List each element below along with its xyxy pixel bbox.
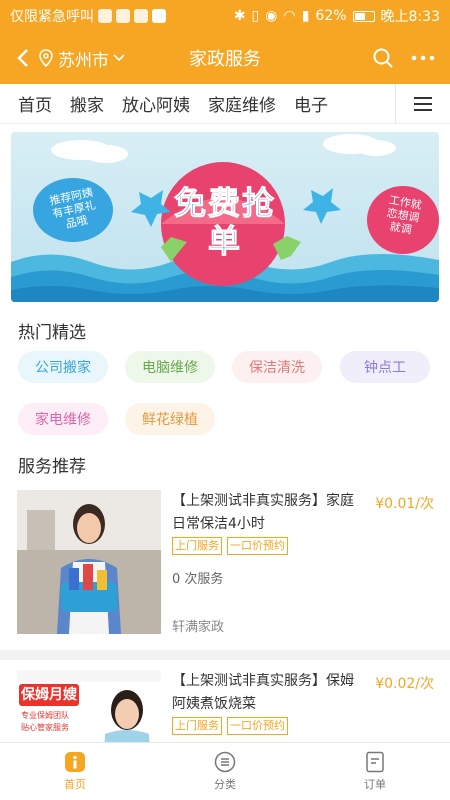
bottom-tab-bar: 首页 分类 订单 <box>0 742 450 800</box>
notification-icon <box>98 9 112 23</box>
service-price: ¥0.02/次 <box>375 676 434 692</box>
chip-flowers-plants[interactable]: 鲜花绿植 <box>125 403 215 435</box>
tab-moving[interactable]: 搬家 <box>61 91 113 116</box>
main-content[interactable]: 免费抢单 推荐阿姨有丰厚礼品哦 工作就恋想调就调 热门精选 公司搬家 电脑维修 … <box>0 124 450 742</box>
shield-icon <box>134 9 148 23</box>
service-image: 保姆月嫂 专业保姆团队 贴心管家服务 <box>17 670 161 742</box>
service-title[interactable]: 【上架测试非真实服务】保姆阿姨煮饭烧菜 <box>172 670 360 716</box>
category-icon <box>214 751 236 773</box>
search-button[interactable] <box>370 45 396 71</box>
hot-section-title: 热门精选 <box>18 323 86 343</box>
chip-computer-repair[interactable]: 电脑维修 <box>125 351 215 383</box>
tab-home-repair[interactable]: 家庭维修 <box>199 91 285 116</box>
divider <box>0 650 450 660</box>
battery-percent: 62% <box>315 8 347 24</box>
service-price: ¥0.01/次 <box>375 496 434 512</box>
poster-bullet: 专业保姆团队 <box>21 711 69 720</box>
bottom-tab-label: 分类 <box>214 778 236 791</box>
more-button[interactable] <box>410 45 436 71</box>
tab-home[interactable]: 首页 <box>0 91 61 116</box>
service-card[interactable]: 【上架测试非真实服务】家庭日常保洁4小时 ¥0.01/次 上门服务 一口价预约 … <box>0 480 450 650</box>
chip-appliance-repair[interactable]: 家电维修 <box>18 403 108 435</box>
status-bar: 仅限紧急呼叫 ✱ ▯ ◉ ◠ ▮ 62% 晚上8:33 <box>0 0 450 32</box>
service-card[interactable]: 保姆月嫂 专业保姆团队 贴心管家服务 【上架测试非真实服务】保姆阿姨煮饭烧菜 ¥… <box>0 660 450 742</box>
banner-main-text: 免费抢单 <box>173 184 276 261</box>
signal-icon: ▮ <box>301 8 310 24</box>
shop-name[interactable]: 轩满家政 <box>172 616 224 635</box>
city-label: 苏州市 <box>58 50 109 71</box>
status-text: 仅限紧急呼叫 <box>10 9 94 25</box>
bottom-tab-label: 首页 <box>64 778 86 791</box>
search-icon <box>373 48 393 68</box>
more-icon <box>411 55 435 61</box>
bluetooth-icon: ✱ <box>233 8 246 24</box>
city-selector[interactable]: 苏州市 <box>38 46 125 71</box>
service-tag: 上门服务 <box>172 717 222 735</box>
tab-nanny[interactable]: 放心阿姨 <box>113 91 199 116</box>
home-icon <box>65 752 85 772</box>
order-icon <box>366 751 384 773</box>
back-button[interactable] <box>8 43 38 73</box>
chip-company-moving[interactable]: 公司搬家 <box>18 351 108 383</box>
bottom-tab-home[interactable]: 首页 <box>0 743 150 800</box>
wifi-icon: ◠ <box>283 8 296 24</box>
taobao-icon <box>152 9 166 23</box>
category-tabs: 首页 搬家 放心阿姨 家庭维修 电子 <box>0 83 450 124</box>
eye-icon: ◉ <box>265 8 278 24</box>
vibrate-icon: ▯ <box>251 8 260 24</box>
tab-electronics[interactable]: 电子 <box>285 91 337 116</box>
chevron-down-icon <box>113 54 125 62</box>
service-tag: 上门服务 <box>172 537 222 555</box>
back-arrow-icon <box>17 49 28 67</box>
chip-cleaning[interactable]: 保洁清洗 <box>232 351 322 383</box>
location-icon <box>39 49 53 67</box>
bottom-tab-label: 订单 <box>364 778 386 791</box>
recommend-section-title: 服务推荐 <box>18 457 86 477</box>
category-menu-button[interactable] <box>395 83 450 124</box>
bottom-tab-orders[interactable]: 订单 <box>300 743 450 800</box>
cleaner-photo <box>17 490 161 634</box>
banner-right-bubble: 工作就恋想调就调 <box>385 193 423 237</box>
menu-icon <box>414 96 432 111</box>
clock: 晚上8:33 <box>380 9 440 25</box>
service-tag: 一口价预约 <box>227 537 288 555</box>
chip-hourly-worker[interactable]: 钟点工 <box>340 351 430 383</box>
promo-banner[interactable]: 免费抢单 推荐阿姨有丰厚礼品哦 工作就恋想调就调 <box>11 132 439 302</box>
service-count: 0 次服务 <box>172 572 224 587</box>
poster-title: 保姆月嫂 <box>21 687 77 703</box>
poster-bullet: 贴心管家服务 <box>21 723 69 732</box>
notification-icon <box>116 9 130 23</box>
service-image <box>17 490 161 634</box>
service-tag: 一口价预约 <box>227 717 288 735</box>
bottom-tab-category[interactable]: 分类 <box>150 743 300 800</box>
service-title[interactable]: 【上架测试非真实服务】家庭日常保洁4小时 <box>172 490 360 536</box>
nav-bar: 苏州市 家政服务 <box>0 32 450 84</box>
battery-icon <box>352 10 375 22</box>
